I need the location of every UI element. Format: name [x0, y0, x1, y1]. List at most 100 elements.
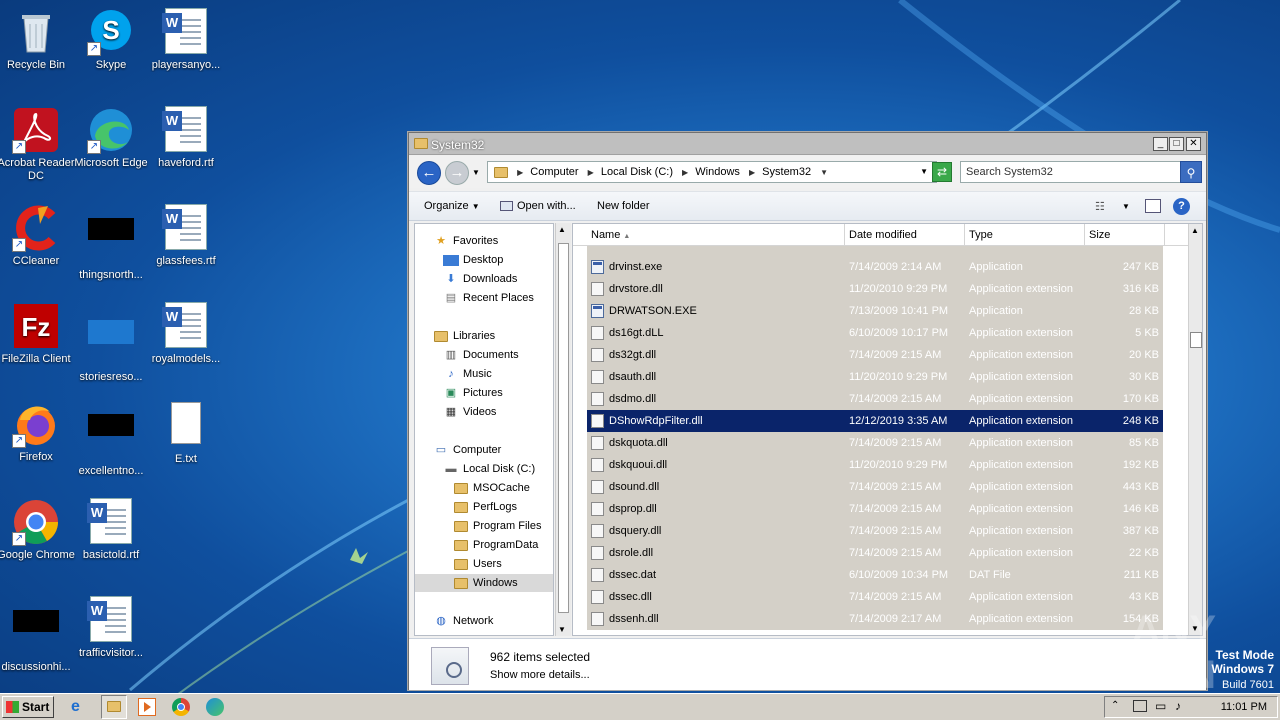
show-more-details-link[interactable]: Show more details... — [490, 669, 590, 681]
show-hidden-icons[interactable]: ⌃ — [1111, 700, 1119, 711]
desktop-icon-haveford[interactable]: W haveford.rtf — [146, 106, 226, 170]
start-button[interactable]: Start — [2, 696, 54, 718]
file-list-scrollbar[interactable]: ▲ ▼ — [1188, 224, 1202, 635]
action-center-icon[interactable] — [1133, 700, 1147, 712]
breadcrumb-local-disk[interactable]: Local Disk (C:) — [601, 162, 673, 182]
address-bar[interactable]: ▶ Computer ▶ Local Disk (C:) ▶ Windows ▶… — [487, 161, 937, 183]
nav-msocache[interactable]: MSOCache — [453, 479, 530, 497]
breadcrumb-separator[interactable]: ▶ — [749, 163, 755, 183]
title-bar[interactable]: System32 _ □ ✕ — [409, 133, 1206, 155]
desktop-icon-trafficvisitor[interactable]: W trafficvisitor... — [71, 596, 151, 660]
nav-pictures[interactable]: ▣ Pictures — [443, 384, 503, 402]
breadcrumb-separator[interactable]: ▼ — [820, 163, 828, 183]
table-row[interactable]: dsprop.dll 7/14/2009 2:15 AM Application e… — [587, 498, 1163, 520]
refresh-icon[interactable]: ⇄ — [932, 162, 952, 182]
table-row[interactable]: dssec.dat 6/10/2009 10:34 PM DAT File 211 K… — [587, 564, 1163, 586]
table-row[interactable]: dsound.dll 7/14/2009 2:15 AM Application e… — [587, 476, 1163, 498]
new-folder-button[interactable]: New folder — [597, 200, 650, 212]
nav-network[interactable]: ◍ Network — [433, 612, 493, 630]
desktop-icon-e-txt[interactable]: E.txt — [146, 400, 226, 466]
nav-favorites[interactable]: ★ Favorites — [433, 232, 498, 250]
column-name[interactable]: Name ▲ — [587, 224, 845, 246]
forward-button[interactable]: → — [445, 161, 469, 185]
desktop-icon-glassfees[interactable]: W glassfees.rtf — [146, 204, 226, 268]
desktop-icon-recycle-bin[interactable]: Recycle Bin — [0, 8, 76, 72]
desktop-icon-playersanyo[interactable]: W playersanyo... — [146, 8, 226, 72]
nav-local-disk[interactable]: ▬ Local Disk (C:) — [443, 460, 536, 478]
desktop-icon-edge[interactable]: ↗ Microsoft Edge — [71, 106, 151, 170]
desktop-icon-excellentno[interactable]: excellentno... — [71, 400, 151, 478]
organize-button[interactable]: Organize ▼ — [424, 200, 480, 212]
nav-documents[interactable]: ▥ Documents — [443, 346, 519, 364]
desktop-icon-discussionhi[interactable]: discussionhi... — [0, 596, 76, 674]
nav-program-files[interactable]: Program Files — [453, 517, 541, 535]
view-options-icon[interactable]: ☷ — [1095, 200, 1105, 213]
network-tray-icon[interactable]: ▭ — [1155, 699, 1166, 713]
internet-explorer-icon[interactable]: e — [71, 698, 89, 716]
preview-pane-icon[interactable] — [1145, 199, 1161, 213]
breadcrumb-system32[interactable]: System32 — [762, 162, 811, 182]
recent-pages-dropdown[interactable]: ▼ — [472, 168, 480, 177]
column-size[interactable]: Size — [1085, 224, 1165, 246]
table-row[interactable]: dskquota.dll 7/14/2009 2:15 AM Application… — [587, 432, 1163, 454]
nav-downloads[interactable]: ⬇ Downloads — [443, 270, 517, 288]
desktop-icon-royalmodels[interactable]: W royalmodels... — [146, 302, 226, 366]
nav-computer[interactable]: ▭ Computer — [433, 441, 502, 459]
table-row[interactable]: dsrole.dll 7/14/2009 2:15 AM Application e… — [587, 542, 1163, 564]
back-button[interactable]: ← — [417, 161, 441, 185]
nav-scrollbar[interactable]: ▲ ▼ — [555, 223, 571, 636]
scroll-thumb[interactable] — [1190, 332, 1202, 348]
nav-programdata[interactable]: ProgramData — [453, 536, 538, 554]
close-button[interactable]: ✕ — [1186, 137, 1201, 151]
desktop-icon-basictold[interactable]: W basictold.rtf — [71, 498, 151, 562]
desktop-icon-acrobat[interactable]: ↗ Acrobat Reader DC — [0, 106, 76, 183]
table-row[interactable]: DRWATSON.EXE 7/13/2009 10:41 PM Applicatio… — [587, 300, 1163, 322]
table-row[interactable]: drvstore.dll 11/20/2010 9:29 PM Applicatio… — [587, 278, 1163, 300]
breadcrumb-separator[interactable]: ▶ — [682, 163, 688, 183]
table-row[interactable] — [587, 246, 1163, 256]
desktop-icon-firefox[interactable]: ↗ Firefox — [0, 400, 76, 464]
media-player-icon[interactable] — [138, 698, 156, 716]
desktop-icon-filezilla[interactable]: Fz FileZilla Client — [0, 302, 76, 366]
desktop-icon-storiesreso[interactable]: storiesreso... — [71, 302, 151, 384]
scroll-up-arrow[interactable]: ▲ — [1191, 226, 1199, 235]
search-input[interactable]: Search System32 ⚲ — [960, 161, 1202, 183]
breadcrumb-separator[interactable]: ▶ — [517, 163, 523, 183]
breadcrumb-computer[interactable]: Computer — [530, 162, 578, 182]
desktop-icon-thingsnorth[interactable]: thingsnorth... — [71, 204, 151, 282]
nav-recent-places[interactable]: ▤ Recent Places — [443, 289, 534, 307]
table-row[interactable]: dsdmo.dll 7/14/2009 2:15 AM Application ex… — [587, 388, 1163, 410]
table-row[interactable]: ds32gt.dll 7/14/2009 2:15 AM Application e… — [587, 344, 1163, 366]
scroll-down-arrow[interactable]: ▼ — [558, 625, 566, 634]
maximize-button[interactable]: □ — [1169, 137, 1184, 151]
nav-windows[interactable]: Windows — [415, 574, 553, 592]
breadcrumb-windows[interactable]: Windows — [695, 162, 740, 182]
column-date-modified[interactable]: Date modified — [845, 224, 965, 246]
nav-users[interactable]: Users — [453, 555, 502, 573]
volume-icon[interactable]: ♪ — [1175, 699, 1181, 713]
chrome-taskbar-icon[interactable] — [172, 698, 190, 716]
table-row[interactable]: dsquery.dll 7/14/2009 2:15 AM Application … — [587, 520, 1163, 542]
address-history-dropdown[interactable]: ▼ — [920, 162, 928, 182]
table-row[interactable]: dskquoui.dll 11/20/2010 9:29 PM Applicatio… — [587, 454, 1163, 476]
table-row[interactable]: dsauth.dll 11/20/2010 9:29 PM Application … — [587, 366, 1163, 388]
nav-libraries[interactable]: Libraries — [433, 327, 495, 345]
view-dropdown-icon[interactable]: ▼ — [1122, 202, 1130, 211]
open-with-button[interactable]: Open with... — [500, 200, 576, 212]
table-row[interactable]: drvinst.exe 7/14/2009 2:14 AM Application 2… — [587, 256, 1163, 278]
desktop-icon-ccleaner[interactable]: ↗ CCleaner — [0, 204, 76, 268]
explorer-taskbar-button[interactable] — [101, 695, 127, 719]
edge-taskbar-icon[interactable] — [206, 698, 224, 716]
table-row[interactable]: ds16gt.dLL 6/10/2009 10:17 PM Application … — [587, 322, 1163, 344]
nav-desktop[interactable]: Desktop — [443, 251, 503, 269]
nav-videos[interactable]: ▦ Videos — [443, 403, 497, 421]
clock[interactable]: 11:01 PM — [1221, 701, 1267, 713]
help-icon[interactable]: ? — [1173, 198, 1190, 215]
desktop-icon-skype[interactable]: S ↗ Skype — [71, 8, 151, 72]
table-row[interactable]: dssec.dll 7/14/2009 2:15 AM Application ex… — [587, 586, 1163, 608]
nav-music[interactable]: ♪ Music — [443, 365, 491, 383]
breadcrumb-separator[interactable]: ▶ — [588, 163, 594, 183]
nav-perflogs[interactable]: PerfLogs — [453, 498, 517, 516]
scroll-up-arrow[interactable]: ▲ — [558, 225, 566, 234]
scroll-thumb[interactable] — [558, 243, 569, 613]
